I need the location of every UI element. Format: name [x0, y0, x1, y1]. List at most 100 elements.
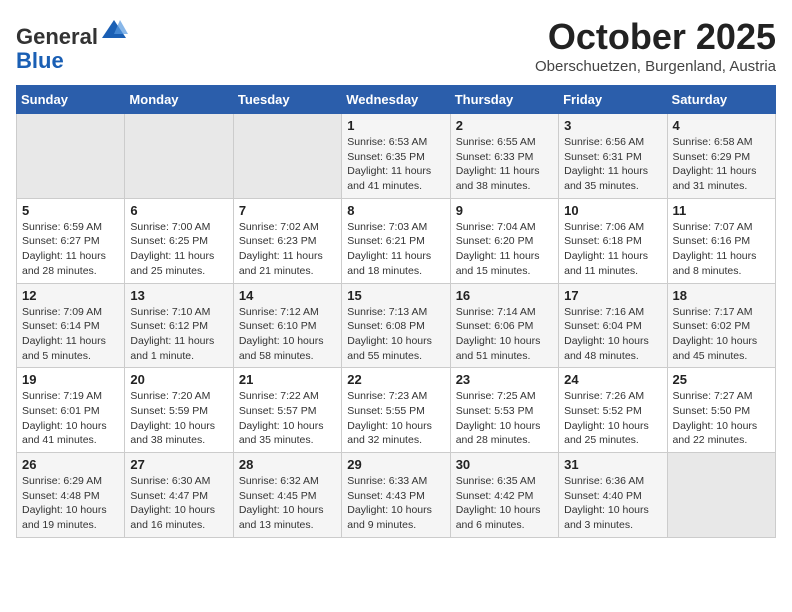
day-number: 29 [347, 457, 444, 472]
day-detail: Sunrise: 7:20 AMSunset: 5:59 PMDaylight:… [130, 389, 227, 448]
day-detail: Sunrise: 7:26 AMSunset: 5:52 PMDaylight:… [564, 389, 661, 448]
calendar-cell: 11Sunrise: 7:07 AMSunset: 6:16 PMDayligh… [667, 198, 775, 283]
day-detail: Sunrise: 6:36 AMSunset: 4:40 PMDaylight:… [564, 474, 661, 533]
day-number: 28 [239, 457, 336, 472]
day-detail: Sunrise: 7:03 AMSunset: 6:21 PMDaylight:… [347, 220, 444, 279]
day-number: 26 [22, 457, 119, 472]
calendar-cell: 16 Sunrise: 7:14 AMSunset: 6:06 PMDayligh… [450, 283, 558, 368]
week-row-3: 12Sunrise: 7:09 AMSunset: 6:14 PMDayligh… [17, 283, 776, 368]
calendar-cell: 15 Sunrise: 7:13 AMSunset: 6:08 PMDayligh… [342, 283, 450, 368]
calendar-cell: 5 Sunrise: 6:59 AMSunset: 6:27 PMDaylight… [17, 198, 125, 283]
day-number: 6 [130, 203, 227, 218]
day-number: 13 [130, 288, 227, 303]
logo-blue: Blue [16, 48, 64, 73]
day-detail: Sunrise: 7:10 AMSunset: 6:12 PMDaylight:… [130, 305, 227, 364]
calendar-cell: 3 Sunrise: 6:56 AMSunset: 6:31 PMDaylight… [559, 114, 667, 199]
day-detail: Sunrise: 7:16 AMSunset: 6:04 PMDaylight:… [564, 305, 661, 364]
day-number: 24 [564, 372, 661, 387]
day-number: 30 [456, 457, 553, 472]
calendar-cell: 9 Sunrise: 7:04 AMSunset: 6:20 PMDaylight… [450, 198, 558, 283]
day-detail: Sunrise: 7:04 AMSunset: 6:20 PMDaylight:… [456, 220, 553, 279]
header-row: SundayMondayTuesdayWednesdayThursdayFrid… [17, 86, 776, 114]
calendar-cell: 21 Sunrise: 7:22 AMSunset: 5:57 PMDayligh… [233, 368, 341, 453]
logo-general: General [16, 24, 98, 49]
day-detail: Sunrise: 6:30 AMSunset: 4:47 PMDaylight:… [130, 474, 227, 533]
day-number: 9 [456, 203, 553, 218]
day-number: 10 [564, 203, 661, 218]
location-subtitle: Oberschuetzen, Burgenland, Austria [535, 58, 776, 75]
calendar-cell: 4 Sunrise: 6:58 AMSunset: 6:29 PMDaylight… [667, 114, 775, 199]
day-number: 21 [239, 372, 336, 387]
day-number: 7 [239, 203, 336, 218]
day-detail: Sunrise: 7:12 AMSunset: 6:10 PMDaylight:… [239, 305, 336, 364]
day-detail: Sunrise: 7:27 AMSunset: 5:50 PMDaylight:… [673, 389, 770, 448]
day-detail: Sunrise: 7:19 AMSunset: 6:01 PMDaylight:… [22, 389, 119, 448]
title-block: October 2025 Oberschuetzen, Burgenland, … [535, 16, 776, 75]
day-number: 5 [22, 203, 119, 218]
day-detail: Sunrise: 6:33 AMSunset: 4:43 PMDaylight:… [347, 474, 444, 533]
calendar-cell: 8 Sunrise: 7:03 AMSunset: 6:21 PMDaylight… [342, 198, 450, 283]
week-row-5: 26 Sunrise: 6:29 AMSunset: 4:48 PMDayligh… [17, 453, 776, 538]
day-detail: Sunrise: 7:23 AMSunset: 5:55 PMDaylight:… [347, 389, 444, 448]
day-detail: Sunrise: 6:53 AMSunset: 6:35 PMDaylight:… [347, 135, 444, 194]
day-detail: Sunrise: 7:00 AMSunset: 6:25 PMDaylight:… [130, 220, 227, 279]
calendar-cell: 20 Sunrise: 7:20 AMSunset: 5:59 PMDayligh… [125, 368, 233, 453]
col-header-monday: Monday [125, 86, 233, 114]
day-number: 18 [673, 288, 770, 303]
calendar-cell: 24 Sunrise: 7:26 AMSunset: 5:52 PMDayligh… [559, 368, 667, 453]
calendar-cell: 25Sunrise: 7:27 AMSunset: 5:50 PMDayligh… [667, 368, 775, 453]
day-number: 20 [130, 372, 227, 387]
calendar-cell: 31Sunrise: 6:36 AMSunset: 4:40 PMDayligh… [559, 453, 667, 538]
calendar-cell: 26 Sunrise: 6:29 AMSunset: 4:48 PMDayligh… [17, 453, 125, 538]
day-detail: Sunrise: 7:07 AMSunset: 6:16 PMDaylight:… [673, 220, 770, 279]
calendar-cell [125, 114, 233, 199]
month-title: October 2025 [535, 16, 776, 58]
week-row-2: 5 Sunrise: 6:59 AMSunset: 6:27 PMDaylight… [17, 198, 776, 283]
logo-icon [100, 16, 128, 44]
calendar-cell: 23 Sunrise: 7:25 AMSunset: 5:53 PMDayligh… [450, 368, 558, 453]
day-detail: Sunrise: 6:35 AMSunset: 4:42 PMDaylight:… [456, 474, 553, 533]
calendar-cell: 30 Sunrise: 6:35 AMSunset: 4:42 PMDayligh… [450, 453, 558, 538]
day-detail: Sunrise: 7:14 AMSunset: 6:06 PMDaylight:… [456, 305, 553, 364]
calendar-cell: 17 Sunrise: 7:16 AMSunset: 6:04 PMDayligh… [559, 283, 667, 368]
day-number: 8 [347, 203, 444, 218]
day-number: 1 [347, 118, 444, 133]
day-detail: Sunrise: 6:56 AMSunset: 6:31 PMDaylight:… [564, 135, 661, 194]
calendar-cell: 7 Sunrise: 7:02 AMSunset: 6:23 PMDaylight… [233, 198, 341, 283]
day-detail: Sunrise: 7:17 AMSunset: 6:02 PMDaylight:… [673, 305, 770, 364]
calendar-cell: 2 Sunrise: 6:55 AMSunset: 6:33 PMDaylight… [450, 114, 558, 199]
day-detail: Sunrise: 7:09 AMSunset: 6:14 PMDaylight:… [22, 305, 119, 364]
day-number: 15 [347, 288, 444, 303]
calendar-cell: 19Sunrise: 7:19 AMSunset: 6:01 PMDayligh… [17, 368, 125, 453]
day-number: 14 [239, 288, 336, 303]
calendar-cell [233, 114, 341, 199]
day-detail: Sunrise: 7:25 AMSunset: 5:53 PMDaylight:… [456, 389, 553, 448]
day-number: 17 [564, 288, 661, 303]
col-header-thursday: Thursday [450, 86, 558, 114]
day-detail: Sunrise: 7:06 AMSunset: 6:18 PMDaylight:… [564, 220, 661, 279]
day-number: 22 [347, 372, 444, 387]
logo: General Blue [16, 16, 128, 73]
calendar-cell: 18 Sunrise: 7:17 AMSunset: 6:02 PMDayligh… [667, 283, 775, 368]
calendar-table: SundayMondayTuesdayWednesdayThursdayFrid… [16, 85, 776, 538]
col-header-tuesday: Tuesday [233, 86, 341, 114]
col-header-sunday: Sunday [17, 86, 125, 114]
calendar-cell: 22 Sunrise: 7:23 AMSunset: 5:55 PMDayligh… [342, 368, 450, 453]
day-detail: Sunrise: 6:59 AMSunset: 6:27 PMDaylight:… [22, 220, 119, 279]
calendar-cell [667, 453, 775, 538]
day-number: 3 [564, 118, 661, 133]
day-detail: Sunrise: 7:02 AMSunset: 6:23 PMDaylight:… [239, 220, 336, 279]
page-header: General Blue October 2025 Oberschuetzen,… [16, 16, 776, 75]
day-number: 4 [673, 118, 770, 133]
day-detail: Sunrise: 6:58 AMSunset: 6:29 PMDaylight:… [673, 135, 770, 194]
calendar-cell: 29 Sunrise: 6:33 AMSunset: 4:43 PMDayligh… [342, 453, 450, 538]
day-detail: Sunrise: 6:55 AMSunset: 6:33 PMDaylight:… [456, 135, 553, 194]
day-number: 2 [456, 118, 553, 133]
day-detail: Sunrise: 6:29 AMSunset: 4:48 PMDaylight:… [22, 474, 119, 533]
calendar-cell: 13 Sunrise: 7:10 AMSunset: 6:12 PMDayligh… [125, 283, 233, 368]
day-number: 16 [456, 288, 553, 303]
col-header-saturday: Saturday [667, 86, 775, 114]
day-detail: Sunrise: 7:13 AMSunset: 6:08 PMDaylight:… [347, 305, 444, 364]
day-detail: Sunrise: 7:22 AMSunset: 5:57 PMDaylight:… [239, 389, 336, 448]
day-number: 23 [456, 372, 553, 387]
